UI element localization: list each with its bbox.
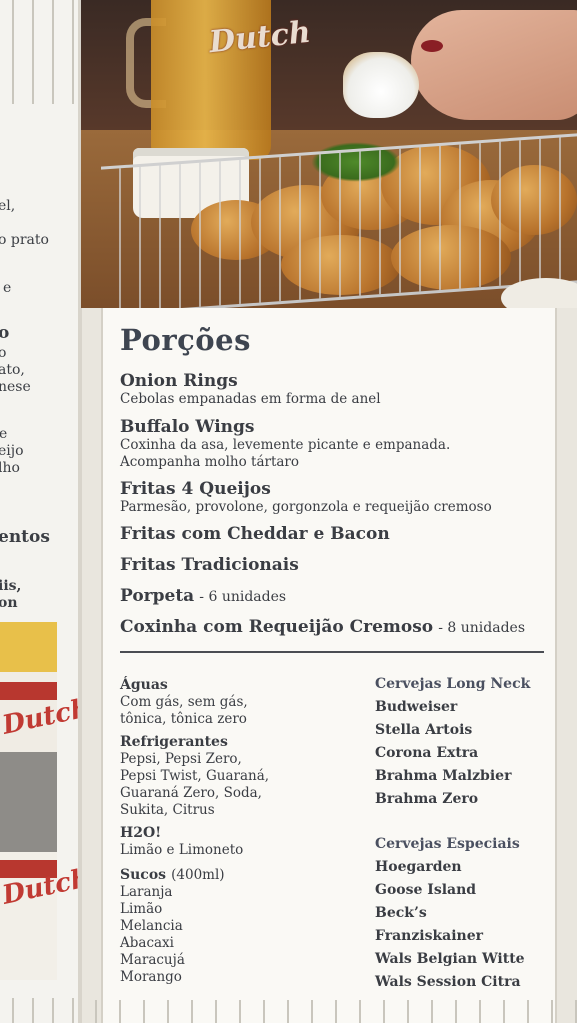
left-page-text: o prato (0, 232, 49, 248)
beverage-category-title: Águas (120, 677, 168, 693)
beverage-line: Com gás, sem gás, (120, 694, 248, 710)
left-page-text: e (0, 426, 8, 442)
beer-item: Hoegarden (375, 859, 462, 875)
beer-category-title: Cervejas Especiais (375, 836, 520, 852)
beverage-line: Pepsi, Pepsi Zero, (120, 751, 242, 767)
beverage-line: Pepsi Twist, Guaraná, (120, 768, 270, 784)
fries-photo: Dutch Dutch (0, 622, 78, 980)
menu-item: Fritas 4 Queijos Parmesão, provolone, go… (120, 479, 492, 516)
item-name: Porpeta (120, 586, 195, 606)
item-name: Buffalo Wings (120, 417, 255, 437)
menu-item: Porpeta - 6 unidades (120, 586, 286, 606)
left-page-heading: o (0, 323, 10, 343)
item-description: Coxinha da asa, levemente picante e empa… (120, 437, 451, 453)
beer-category-title: Cervejas Long Neck (375, 676, 531, 692)
beer-item: Stella Artois (375, 722, 473, 738)
left-page-text: lho (0, 460, 20, 476)
left-page-text: el, (0, 198, 16, 214)
fingernail (421, 40, 443, 52)
left-page-text: iis, (0, 578, 22, 594)
beverage-line: Melancia (120, 918, 183, 934)
beverage-category-title: Refrigerantes (120, 734, 228, 750)
section-divider (120, 651, 544, 653)
left-page-text: e (3, 280, 12, 296)
menu-item: Fritas Tradicionais (120, 555, 299, 575)
left-page-text: eijo (0, 443, 24, 459)
beer-item: Brahma Malzbier (375, 768, 512, 784)
item-name: Fritas 4 Queijos (120, 479, 271, 499)
wing-dipped-in-sauce (343, 52, 419, 118)
beer-item: Wals Session Citra (375, 974, 521, 990)
left-page-text: on (0, 595, 18, 611)
beverage-line: Laranja (120, 884, 173, 900)
beer-item: Goose Island (375, 882, 477, 898)
menu-item: Buffalo Wings Coxinha da asa, levemente … (120, 417, 450, 471)
section-title: Porções (120, 323, 251, 357)
beverages-column: Águas Com gás, sem gás, tônica, tônica z… (120, 677, 269, 986)
menu-item: Coxinha com Requeijão Cremoso - 8 unidad… (120, 617, 525, 637)
item-quantity: - 6 unidades (199, 589, 287, 605)
item-name: Fritas Tradicionais (120, 555, 299, 575)
beer-item: Brahma Zero (375, 791, 479, 807)
item-quantity: - 8 unidades (438, 620, 526, 636)
paper-band (0, 682, 57, 700)
beverage-size: (400ml) (171, 867, 225, 883)
menu-item: Fritas com Cheddar e Bacon (120, 524, 390, 544)
beer-item: Corona Extra (375, 745, 479, 761)
item-description: Parmesão, provolone, gorgonzola e requei… (120, 499, 492, 515)
menu-item: Onion Rings Cebolas empanadas em forma d… (120, 371, 381, 408)
beverage-line: Maracujá (120, 952, 185, 968)
beverage-line: Morango (120, 969, 182, 985)
brand-wordmark: Dutch (0, 693, 78, 741)
beverage-line: Sukita, Citrus (120, 802, 215, 818)
decorative-stripes (0, 0, 78, 104)
left-page-heading: entos (0, 527, 50, 547)
beverage-line: Guaraná Zero, Soda, (120, 785, 262, 801)
beverage-category-title: H2O! (120, 825, 162, 841)
beverage-line: Limão e Limoneto (120, 842, 244, 858)
item-name: Coxinha com Requeijão Cremoso (120, 617, 434, 637)
decorative-stripes (0, 998, 78, 1023)
beverage-line: Abacaxi (120, 935, 174, 951)
item-name: Onion Rings (120, 371, 238, 391)
left-page-text: ato, (0, 362, 25, 378)
left-page-text: o (0, 345, 7, 361)
item-description: Acompanha molho tártaro (120, 454, 300, 470)
left-page-text: nese (0, 379, 31, 395)
beverage-line: tônica, tônica zero (120, 711, 247, 727)
beer-item: Franziskainer (375, 928, 484, 944)
beverage-category: Sucos (400ml) (120, 865, 269, 884)
item-name: Fritas com Cheddar e Bacon (120, 524, 390, 544)
beverage-category-title: Sucos (120, 867, 167, 883)
previous-menu-page: el, o prato e o o ato, nese e eijo lho e… (0, 0, 78, 1023)
decorative-stripes (82, 1000, 577, 1023)
beer-item: Wals Belgian Witte (375, 951, 525, 967)
beverage-line: Limão (120, 901, 163, 917)
item-description: Cebolas empanadas em forma de anel (120, 391, 381, 407)
hand (411, 10, 577, 120)
beer-item: Budweiser (375, 699, 458, 715)
beers-column: Cervejas Long Neck Budweiser Stella Arto… (375, 673, 530, 994)
buffalo-wings-photo: Dutch (81, 0, 577, 308)
beer-item: Beck’s (375, 905, 427, 921)
